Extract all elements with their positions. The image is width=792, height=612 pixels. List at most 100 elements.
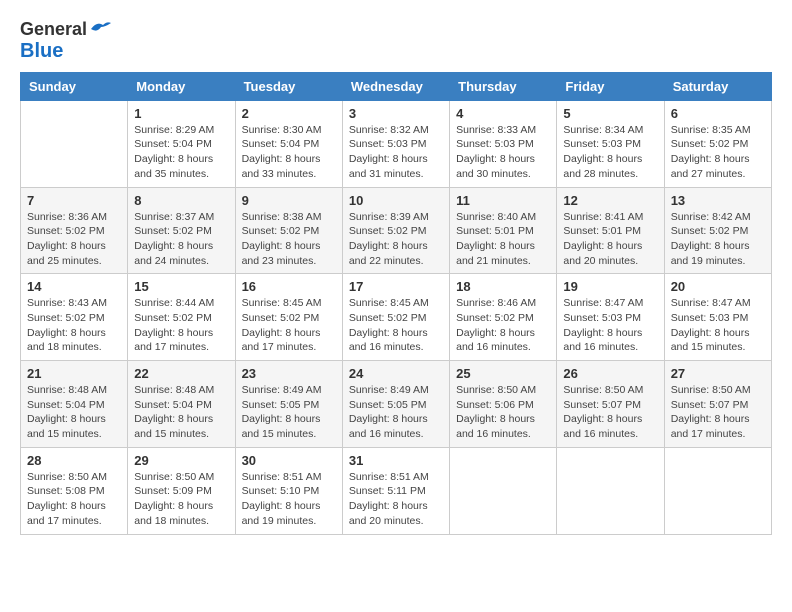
sunrise-text: Sunrise: 8:38 AM [242,211,322,223]
day-info: Sunrise: 8:47 AM Sunset: 5:03 PM Dayligh… [563,296,657,355]
daylight-text: Daylight: 8 hours and 15 minutes. [242,413,321,440]
day-info: Sunrise: 8:44 AM Sunset: 5:02 PM Dayligh… [134,296,228,355]
daylight-text: Daylight: 8 hours and 16 minutes. [349,413,428,440]
sunset-text: Sunset: 5:02 PM [27,312,105,324]
week-row-5: 28 Sunrise: 8:50 AM Sunset: 5:08 PM Dayl… [21,447,772,534]
sunset-text: Sunset: 5:02 PM [134,225,212,237]
daylight-text: Daylight: 8 hours and 19 minutes. [242,500,321,527]
day-info: Sunrise: 8:49 AM Sunset: 5:05 PM Dayligh… [242,383,336,442]
day-info: Sunrise: 8:43 AM Sunset: 5:02 PM Dayligh… [27,296,121,355]
sunset-text: Sunset: 5:07 PM [671,399,749,411]
sunset-text: Sunset: 5:08 PM [27,485,105,497]
week-row-2: 7 Sunrise: 8:36 AM Sunset: 5:02 PM Dayli… [21,187,772,274]
daylight-text: Daylight: 8 hours and 15 minutes. [671,327,750,354]
day-info: Sunrise: 8:45 AM Sunset: 5:02 PM Dayligh… [242,296,336,355]
sunrise-text: Sunrise: 8:40 AM [456,211,536,223]
daylight-text: Daylight: 8 hours and 15 minutes. [27,413,106,440]
day-number: 24 [349,366,443,381]
calendar-cell: 5 Sunrise: 8:34 AM Sunset: 5:03 PM Dayli… [557,100,664,187]
daylight-text: Daylight: 8 hours and 17 minutes. [242,327,321,354]
sunset-text: Sunset: 5:03 PM [349,138,427,150]
daylight-text: Daylight: 8 hours and 20 minutes. [349,500,428,527]
header-cell-saturday: Saturday [664,72,771,100]
day-number: 17 [349,279,443,294]
daylight-text: Daylight: 8 hours and 31 minutes. [349,153,428,180]
calendar-cell: 1 Sunrise: 8:29 AM Sunset: 5:04 PM Dayli… [128,100,235,187]
sunrise-text: Sunrise: 8:45 AM [242,297,322,309]
calendar-cell: 8 Sunrise: 8:37 AM Sunset: 5:02 PM Dayli… [128,187,235,274]
header-cell-tuesday: Tuesday [235,72,342,100]
sunrise-text: Sunrise: 8:29 AM [134,124,214,136]
calendar-cell: 21 Sunrise: 8:48 AM Sunset: 5:04 PM Dayl… [21,361,128,448]
daylight-text: Daylight: 8 hours and 17 minutes. [134,327,213,354]
day-info: Sunrise: 8:39 AM Sunset: 5:02 PM Dayligh… [349,210,443,269]
daylight-text: Daylight: 8 hours and 28 minutes. [563,153,642,180]
day-number: 29 [134,453,228,468]
header-cell-wednesday: Wednesday [342,72,449,100]
day-number: 13 [671,193,765,208]
day-number: 18 [456,279,550,294]
logo-general: General [20,19,87,39]
sunset-text: Sunset: 5:02 PM [671,225,749,237]
logo-bird-icon [89,19,111,37]
logo: General Blue [20,20,111,62]
header-cell-friday: Friday [557,72,664,100]
day-number: 9 [242,193,336,208]
day-info: Sunrise: 8:38 AM Sunset: 5:02 PM Dayligh… [242,210,336,269]
daylight-text: Daylight: 8 hours and 17 minutes. [27,500,106,527]
header-cell-thursday: Thursday [450,72,557,100]
calendar-cell: 26 Sunrise: 8:50 AM Sunset: 5:07 PM Dayl… [557,361,664,448]
sunrise-text: Sunrise: 8:36 AM [27,211,107,223]
sunrise-text: Sunrise: 8:50 AM [134,471,214,483]
calendar-cell: 6 Sunrise: 8:35 AM Sunset: 5:02 PM Dayli… [664,100,771,187]
daylight-text: Daylight: 8 hours and 25 minutes. [27,240,106,267]
sunset-text: Sunset: 5:04 PM [134,138,212,150]
sunset-text: Sunset: 5:02 PM [349,225,427,237]
day-number: 20 [671,279,765,294]
day-number: 25 [456,366,550,381]
day-number: 28 [27,453,121,468]
daylight-text: Daylight: 8 hours and 16 minutes. [349,327,428,354]
calendar-cell: 22 Sunrise: 8:48 AM Sunset: 5:04 PM Dayl… [128,361,235,448]
sunrise-text: Sunrise: 8:39 AM [349,211,429,223]
header-cell-sunday: Sunday [21,72,128,100]
calendar-cell: 31 Sunrise: 8:51 AM Sunset: 5:11 PM Dayl… [342,447,449,534]
calendar-cell [557,447,664,534]
week-row-3: 14 Sunrise: 8:43 AM Sunset: 5:02 PM Dayl… [21,274,772,361]
sunrise-text: Sunrise: 8:50 AM [456,384,536,396]
calendar-cell: 9 Sunrise: 8:38 AM Sunset: 5:02 PM Dayli… [235,187,342,274]
daylight-text: Daylight: 8 hours and 27 minutes. [671,153,750,180]
day-number: 15 [134,279,228,294]
calendar-cell: 24 Sunrise: 8:49 AM Sunset: 5:05 PM Dayl… [342,361,449,448]
sunrise-text: Sunrise: 8:50 AM [671,384,751,396]
day-number: 16 [242,279,336,294]
day-info: Sunrise: 8:29 AM Sunset: 5:04 PM Dayligh… [134,123,228,182]
sunrise-text: Sunrise: 8:49 AM [242,384,322,396]
sunrise-text: Sunrise: 8:30 AM [242,124,322,136]
day-number: 23 [242,366,336,381]
day-number: 11 [456,193,550,208]
day-info: Sunrise: 8:50 AM Sunset: 5:07 PM Dayligh… [563,383,657,442]
calendar-cell: 12 Sunrise: 8:41 AM Sunset: 5:01 PM Dayl… [557,187,664,274]
daylight-text: Daylight: 8 hours and 18 minutes. [134,500,213,527]
day-info: Sunrise: 8:50 AM Sunset: 5:07 PM Dayligh… [671,383,765,442]
sunset-text: Sunset: 5:04 PM [134,399,212,411]
sunrise-text: Sunrise: 8:46 AM [456,297,536,309]
day-number: 19 [563,279,657,294]
day-number: 26 [563,366,657,381]
logo-text: General [20,20,87,40]
calendar-cell: 3 Sunrise: 8:32 AM Sunset: 5:03 PM Dayli… [342,100,449,187]
sunset-text: Sunset: 5:09 PM [134,485,212,497]
day-number: 2 [242,106,336,121]
sunset-text: Sunset: 5:02 PM [349,312,427,324]
sunrise-text: Sunrise: 8:47 AM [671,297,751,309]
sunset-text: Sunset: 5:02 PM [27,225,105,237]
sunrise-text: Sunrise: 8:51 AM [242,471,322,483]
calendar-cell: 7 Sunrise: 8:36 AM Sunset: 5:02 PM Dayli… [21,187,128,274]
daylight-text: Daylight: 8 hours and 16 minutes. [456,327,535,354]
sunrise-text: Sunrise: 8:34 AM [563,124,643,136]
page-header: General Blue [20,20,772,62]
day-info: Sunrise: 8:34 AM Sunset: 5:03 PM Dayligh… [563,123,657,182]
sunset-text: Sunset: 5:04 PM [242,138,320,150]
day-number: 22 [134,366,228,381]
